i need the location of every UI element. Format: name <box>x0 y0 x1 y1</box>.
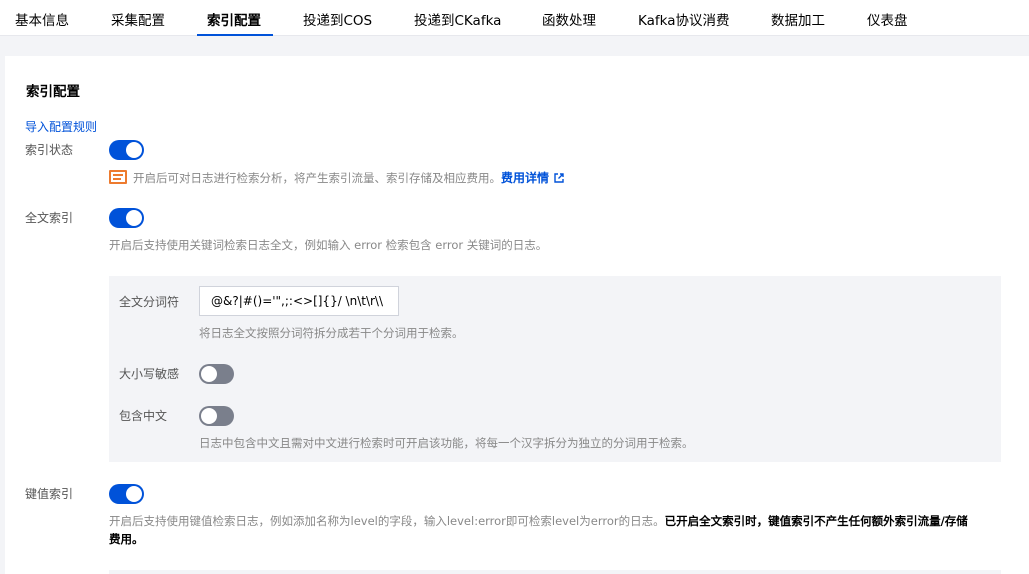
fulltext-settings-box: 全文分词符 @&?|#()='",;:<>[]{}/ \n\t\r\\ 将日志全… <box>109 276 1001 462</box>
fee-details-link[interactable]: 费用详情 <box>501 171 564 185</box>
tab-collection-config[interactable]: 采集配置 <box>111 12 165 30</box>
kv-index-label: 键值索引 <box>25 487 74 501</box>
fulltext-index-desc: 开启后支持使用关键词检索日志全文，例如输入 error 检索包含 error 关… <box>109 238 548 252</box>
tab-function-processing[interactable]: 函数处理 <box>542 12 596 30</box>
kv-index-desc: 开启后支持使用键值检索日志，例如添加名称为level的字段，输入level:er… <box>109 513 968 529</box>
toggle-knob <box>201 366 217 382</box>
case-sensitive-toggle[interactable] <box>199 364 234 384</box>
index-status-desc-text: 开启后可对日志进行检索分析，将产生索引流量、索引存储及相应费用。 <box>133 171 501 185</box>
tab-dashboard[interactable]: 仪表盘 <box>867 12 908 30</box>
toggle-knob <box>126 210 142 226</box>
tokenizer-desc: 将日志全文按照分词符拆分成若干个分词用于检索。 <box>199 326 464 340</box>
include-chinese-toggle[interactable] <box>199 406 234 426</box>
tokenizer-label: 全文分词符 <box>119 295 180 309</box>
tab-ship-to-cos[interactable]: 投递到COS <box>303 12 372 30</box>
external-link-icon <box>554 173 564 183</box>
include-chinese-desc: 日志中包含中文且需对中文进行检索时可开启该功能，将每一个汉字拆分为独立的分词用于… <box>199 436 694 450</box>
kv-settings-box <box>109 570 1001 574</box>
case-sensitive-label: 大小写敏感 <box>119 367 180 381</box>
index-status-desc: 开启后可对日志进行检索分析，将产生索引流量、索引存储及相应费用。费用详情 <box>133 169 564 186</box>
kv-index-toggle[interactable] <box>109 484 144 504</box>
tab-data-processing[interactable]: 数据加工 <box>771 12 825 30</box>
toggle-knob <box>126 142 142 158</box>
active-tab-indicator <box>197 34 273 36</box>
fulltext-index-label: 全文索引 <box>25 211 74 225</box>
tab-ship-to-ckafka[interactable]: 投递到CKafka <box>414 12 501 30</box>
tab-kafka-consumption[interactable]: Kafka协议消费 <box>638 12 730 30</box>
billing-icon <box>109 170 127 184</box>
tab-index-config[interactable]: 索引配置 <box>207 12 261 30</box>
index-status-toggle[interactable] <box>109 140 144 160</box>
import-rules-link[interactable]: 导入配置规则 <box>25 118 97 135</box>
index-config-panel: 索引配置 导入配置规则 索引状态 开启后可对日志进行检索分析，将产生索引流量、索… <box>5 56 1029 574</box>
fee-details-link-text: 费用详情 <box>501 171 550 185</box>
tab-bar: 基本信息 采集配置 索引配置 投递到COS 投递到CKafka 函数处理 Kaf… <box>0 0 1029 36</box>
index-status-label: 索引状态 <box>25 143 74 157</box>
kv-index-desc-strong-cont: 费用。 <box>109 532 144 546</box>
tab-basic-info[interactable]: 基本信息 <box>15 12 69 30</box>
fulltext-index-toggle[interactable] <box>109 208 144 228</box>
kv-index-desc-text: 开启后支持使用键值检索日志，例如添加名称为level的字段，输入level:er… <box>109 514 665 528</box>
page-title: 索引配置 <box>26 84 80 100</box>
tokenizer-input[interactable]: @&?|#()='",;:<>[]{}/ \n\t\r\\ <box>199 286 399 316</box>
kv-index-desc-strong: 已开启全文索引时，键值索引不产生任何额外索引流量/存储 <box>664 514 968 528</box>
toggle-knob <box>126 486 142 502</box>
include-chinese-label: 包含中文 <box>119 409 168 423</box>
toggle-knob <box>201 408 217 424</box>
